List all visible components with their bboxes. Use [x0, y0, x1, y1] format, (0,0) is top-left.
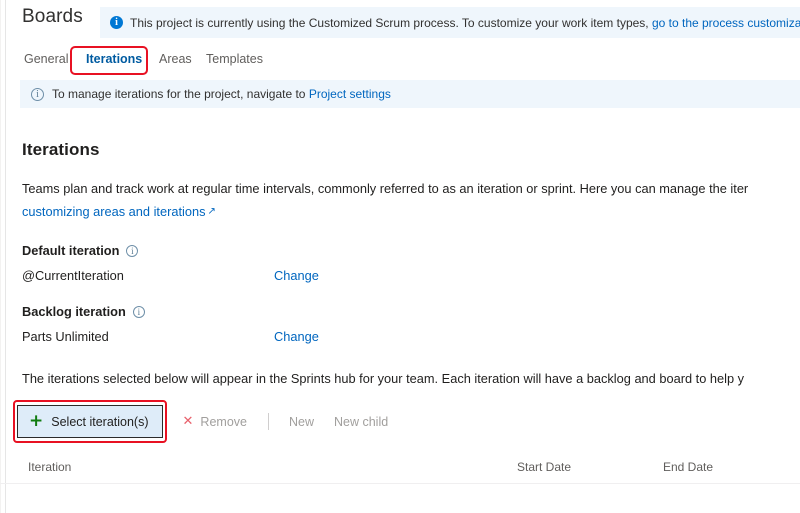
column-header-iteration[interactable]: Iteration [28, 460, 71, 474]
process-banner: i This project is currently using the Cu… [100, 7, 800, 38]
tab-iterations[interactable]: Iterations [84, 49, 144, 69]
hub-title: Boards [22, 6, 83, 27]
settings-page: Boards i This project is currently using… [0, 0, 800, 513]
close-x-icon: ✕ [182, 414, 194, 429]
backlog-iteration-group: Backlog iteration i Parts Unlimited Chan… [22, 304, 800, 344]
new-child-button[interactable]: New child [334, 415, 388, 429]
plus-icon: + [29, 411, 44, 431]
default-iteration-change-link[interactable]: Change [274, 268, 319, 283]
backlog-iteration-value-row: Parts Unlimited Change [22, 329, 800, 344]
project-settings-info-strip: i To manage iterations for the project, … [20, 80, 800, 108]
page-title: Iterations [22, 140, 100, 159]
select-iterations-button-label: Select iteration(s) [51, 414, 149, 429]
info-strip-text: To manage iterations for the project, na… [52, 87, 391, 101]
default-iteration-label: Default iteration [22, 243, 120, 258]
backlog-iteration-change-link[interactable]: Change [274, 329, 319, 344]
info-outline-icon: i [31, 87, 44, 101]
tab-areas[interactable]: Areas [157, 49, 194, 69]
backlog-iteration-info-icon[interactable]: i [132, 305, 145, 318]
external-link-icon: ↗ [207, 206, 216, 217]
default-iteration-value-row: @CurrentIteration Change [22, 268, 800, 283]
new-button[interactable]: New [289, 415, 314, 429]
column-header-start-date[interactable]: Start Date [517, 460, 571, 474]
iterations-command-bar: + Select iteration(s) ✕ Remove New New c… [17, 404, 800, 439]
tab-general[interactable]: General [22, 49, 70, 69]
default-iteration-info-icon[interactable]: i [126, 244, 139, 257]
default-iteration-value: @CurrentIteration [22, 268, 124, 283]
backlog-iteration-label-row: Backlog iteration i [22, 304, 800, 319]
command-separator [267, 413, 269, 430]
pane-edge-divider [5, 0, 6, 513]
tab-templates[interactable]: Templates [204, 49, 265, 69]
default-iteration-group: Default iteration i @CurrentIteration Ch… [22, 243, 800, 283]
process-customization-link[interactable]: go to the process customization [652, 16, 800, 30]
backlog-iteration-label: Backlog iteration [22, 304, 126, 319]
info-strip-message: To manage iterations for the project, na… [52, 87, 309, 101]
column-header-end-date[interactable]: End Date [663, 460, 713, 474]
default-iteration-label-row: Default iteration i [22, 243, 800, 258]
intro-paragraph: Teams plan and track work at regular tim… [22, 181, 749, 196]
settings-tablist: General Iterations Areas Templates [0, 46, 800, 76]
main-content: Iterations Teams plan and track work at … [22, 140, 800, 386]
info-filled-icon: i [110, 16, 123, 29]
page-header: Boards i This project is currently using… [0, 0, 800, 44]
iterations-table-header: Iteration Start Date End Date [0, 452, 800, 484]
backlog-iteration-value: Parts Unlimited [22, 329, 109, 344]
customizing-areas-link-line: customizing areas and iterations ↗ [22, 201, 800, 222]
process-banner-message: This project is currently using the Cust… [130, 15, 652, 30]
customizing-areas-and-iterations-link[interactable]: customizing areas and iterations [22, 204, 206, 219]
select-iterations-button[interactable]: + Select iteration(s) [17, 405, 163, 438]
process-banner-text: This project is currently using the Cust… [130, 16, 800, 30]
project-settings-link[interactable]: Project settings [309, 87, 391, 101]
iterations-hint-text: The iterations selected below will appea… [22, 371, 745, 386]
remove-button[interactable]: ✕ Remove [183, 415, 247, 429]
pane-edge-outer [0, 0, 1, 513]
remove-button-label: Remove [200, 414, 247, 429]
